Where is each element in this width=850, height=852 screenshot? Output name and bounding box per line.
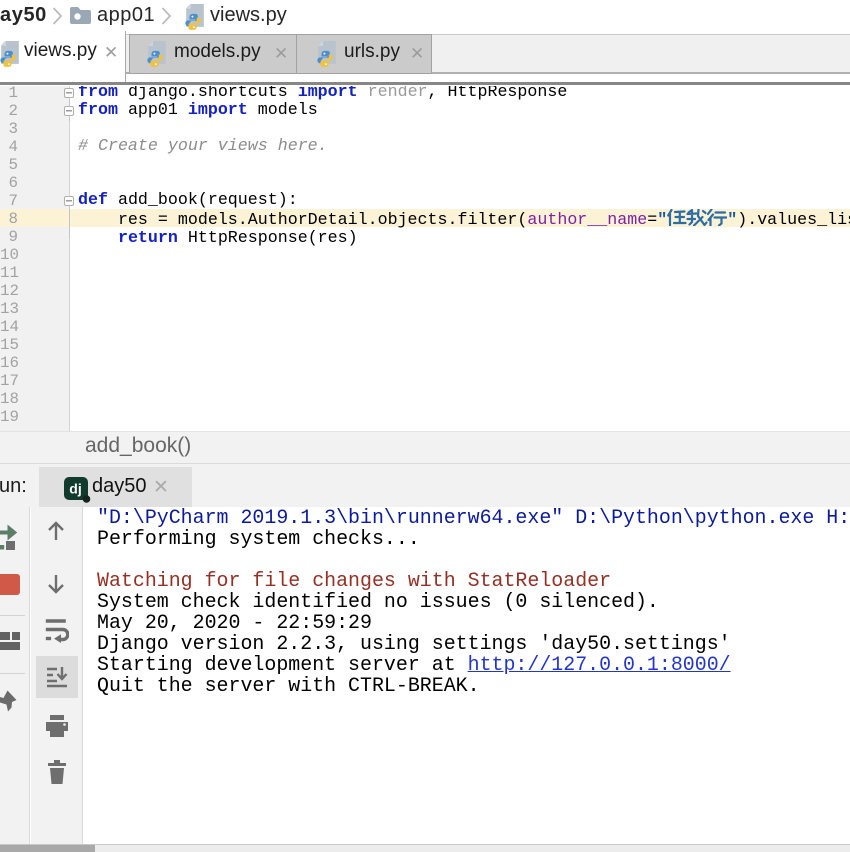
svg-text:dj: dj [69, 481, 81, 497]
